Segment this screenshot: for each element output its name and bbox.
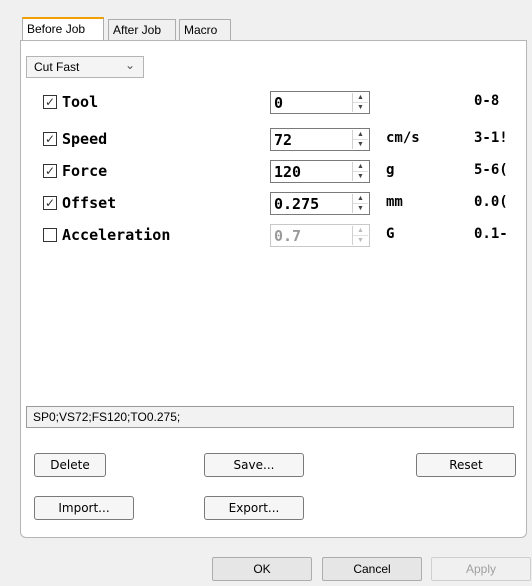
tool-checkbox[interactable]: ✓ — [43, 95, 57, 109]
delete-button[interactable]: Delete — [34, 453, 106, 477]
command-string-field[interactable]: SP0;VS72;FS120;TO0.275; — [26, 406, 514, 428]
offset-spinbox[interactable]: 0.275 ▲ ▼ — [270, 192, 370, 215]
speed-spinbox[interactable]: 72 ▲ ▼ — [270, 128, 370, 151]
param-unit: cm/s — [386, 130, 420, 146]
param-label: Force — [62, 162, 108, 180]
param-label: Acceleration — [62, 226, 171, 244]
param-row-tool: ✓ Tool 0 ▲ ▼ 0-8 — [0, 91, 532, 117]
reset-button[interactable]: Reset — [416, 453, 516, 477]
preset-dropdown[interactable]: Cut Fast ⌄ — [26, 56, 144, 78]
param-unit: mm — [386, 194, 403, 210]
spin-buttons: ▲ ▼ — [352, 162, 368, 181]
param-range: 0.0( — [474, 194, 508, 210]
tab-before-job[interactable]: Before Job — [22, 17, 104, 40]
spin-down-icon[interactable]: ▼ — [353, 103, 368, 112]
export-button[interactable]: Export... — [204, 496, 304, 520]
tab-macro[interactable]: Macro — [179, 19, 231, 40]
spin-down-icon[interactable]: ▼ — [353, 140, 368, 149]
speed-checkbox[interactable]: ✓ — [43, 132, 57, 146]
spinbox-value[interactable]: 0.275 — [274, 195, 319, 213]
spin-buttons: ▲ ▼ — [352, 93, 368, 112]
spin-buttons: ▲ ▼ — [352, 226, 368, 245]
spin-down-icon[interactable]: ▼ — [353, 172, 368, 181]
ok-button[interactable]: OK — [212, 557, 312, 581]
param-range: 0.1- — [474, 226, 508, 242]
param-row-force: ✓ Force 120 ▲ ▼ g 5-6( — [0, 160, 532, 186]
acceleration-checkbox[interactable] — [43, 228, 57, 242]
spin-up-icon[interactable]: ▲ — [353, 226, 368, 236]
spin-up-icon[interactable]: ▲ — [353, 162, 368, 172]
param-label: Tool — [62, 93, 99, 111]
cancel-button[interactable]: Cancel — [322, 557, 422, 581]
spin-down-icon[interactable]: ▼ — [353, 204, 368, 213]
spinbox-value[interactable]: 0 — [274, 94, 283, 112]
spinbox-value[interactable]: 120 — [274, 163, 301, 181]
param-unit: G — [386, 226, 395, 242]
spinbox-value[interactable]: 0.7 — [274, 227, 301, 245]
param-unit: g — [386, 162, 395, 178]
offset-checkbox[interactable]: ✓ — [43, 196, 57, 210]
spin-buttons: ▲ ▼ — [352, 194, 368, 213]
spin-up-icon[interactable]: ▲ — [353, 130, 368, 140]
param-range: 3-1! — [474, 130, 508, 146]
param-range: 0-8 — [474, 93, 500, 109]
spin-up-icon[interactable]: ▲ — [353, 93, 368, 103]
param-row-offset: ✓ Offset 0.275 ▲ ▼ mm 0.0( — [0, 192, 532, 218]
tab-after-job[interactable]: After Job — [108, 19, 176, 40]
param-row-speed: ✓ Speed 72 ▲ ▼ cm/s 3-1! — [0, 128, 532, 154]
param-row-acceleration: Acceleration 0.7 ▲ ▼ G 0.1- — [0, 224, 532, 250]
param-label: Speed — [62, 130, 108, 148]
spin-buttons: ▲ ▼ — [352, 130, 368, 149]
force-checkbox[interactable]: ✓ — [43, 164, 57, 178]
apply-button[interactable]: Apply — [431, 557, 531, 581]
param-range: 5-6( — [474, 162, 508, 178]
spinbox-value[interactable]: 72 — [274, 131, 292, 149]
spin-up-icon[interactable]: ▲ — [353, 194, 368, 204]
import-button[interactable]: Import... — [34, 496, 134, 520]
tool-spinbox[interactable]: 0 ▲ ▼ — [270, 91, 370, 114]
acceleration-spinbox[interactable]: 0.7 ▲ ▼ — [270, 224, 370, 247]
chevron-down-icon: ⌄ — [124, 58, 135, 72]
preset-selected-value: Cut Fast — [34, 60, 80, 74]
force-spinbox[interactable]: 120 ▲ ▼ — [270, 160, 370, 183]
save-button[interactable]: Save... — [204, 453, 304, 477]
spin-down-icon[interactable]: ▼ — [353, 236, 368, 245]
param-label: Offset — [62, 194, 117, 212]
